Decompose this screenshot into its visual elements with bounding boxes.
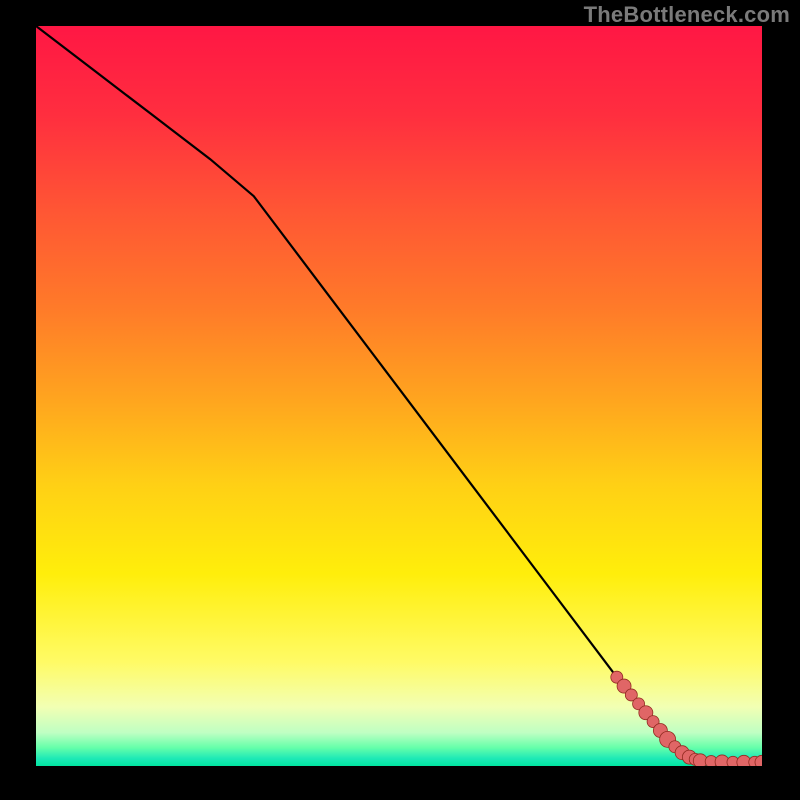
bottleneck-chart <box>0 0 800 800</box>
data-marker <box>755 755 769 769</box>
chart-stage: { "watermark": "TheBottleneck.com", "col… <box>0 0 800 800</box>
gradient-background <box>36 26 762 766</box>
watermark-text: TheBottleneck.com <box>584 2 790 28</box>
